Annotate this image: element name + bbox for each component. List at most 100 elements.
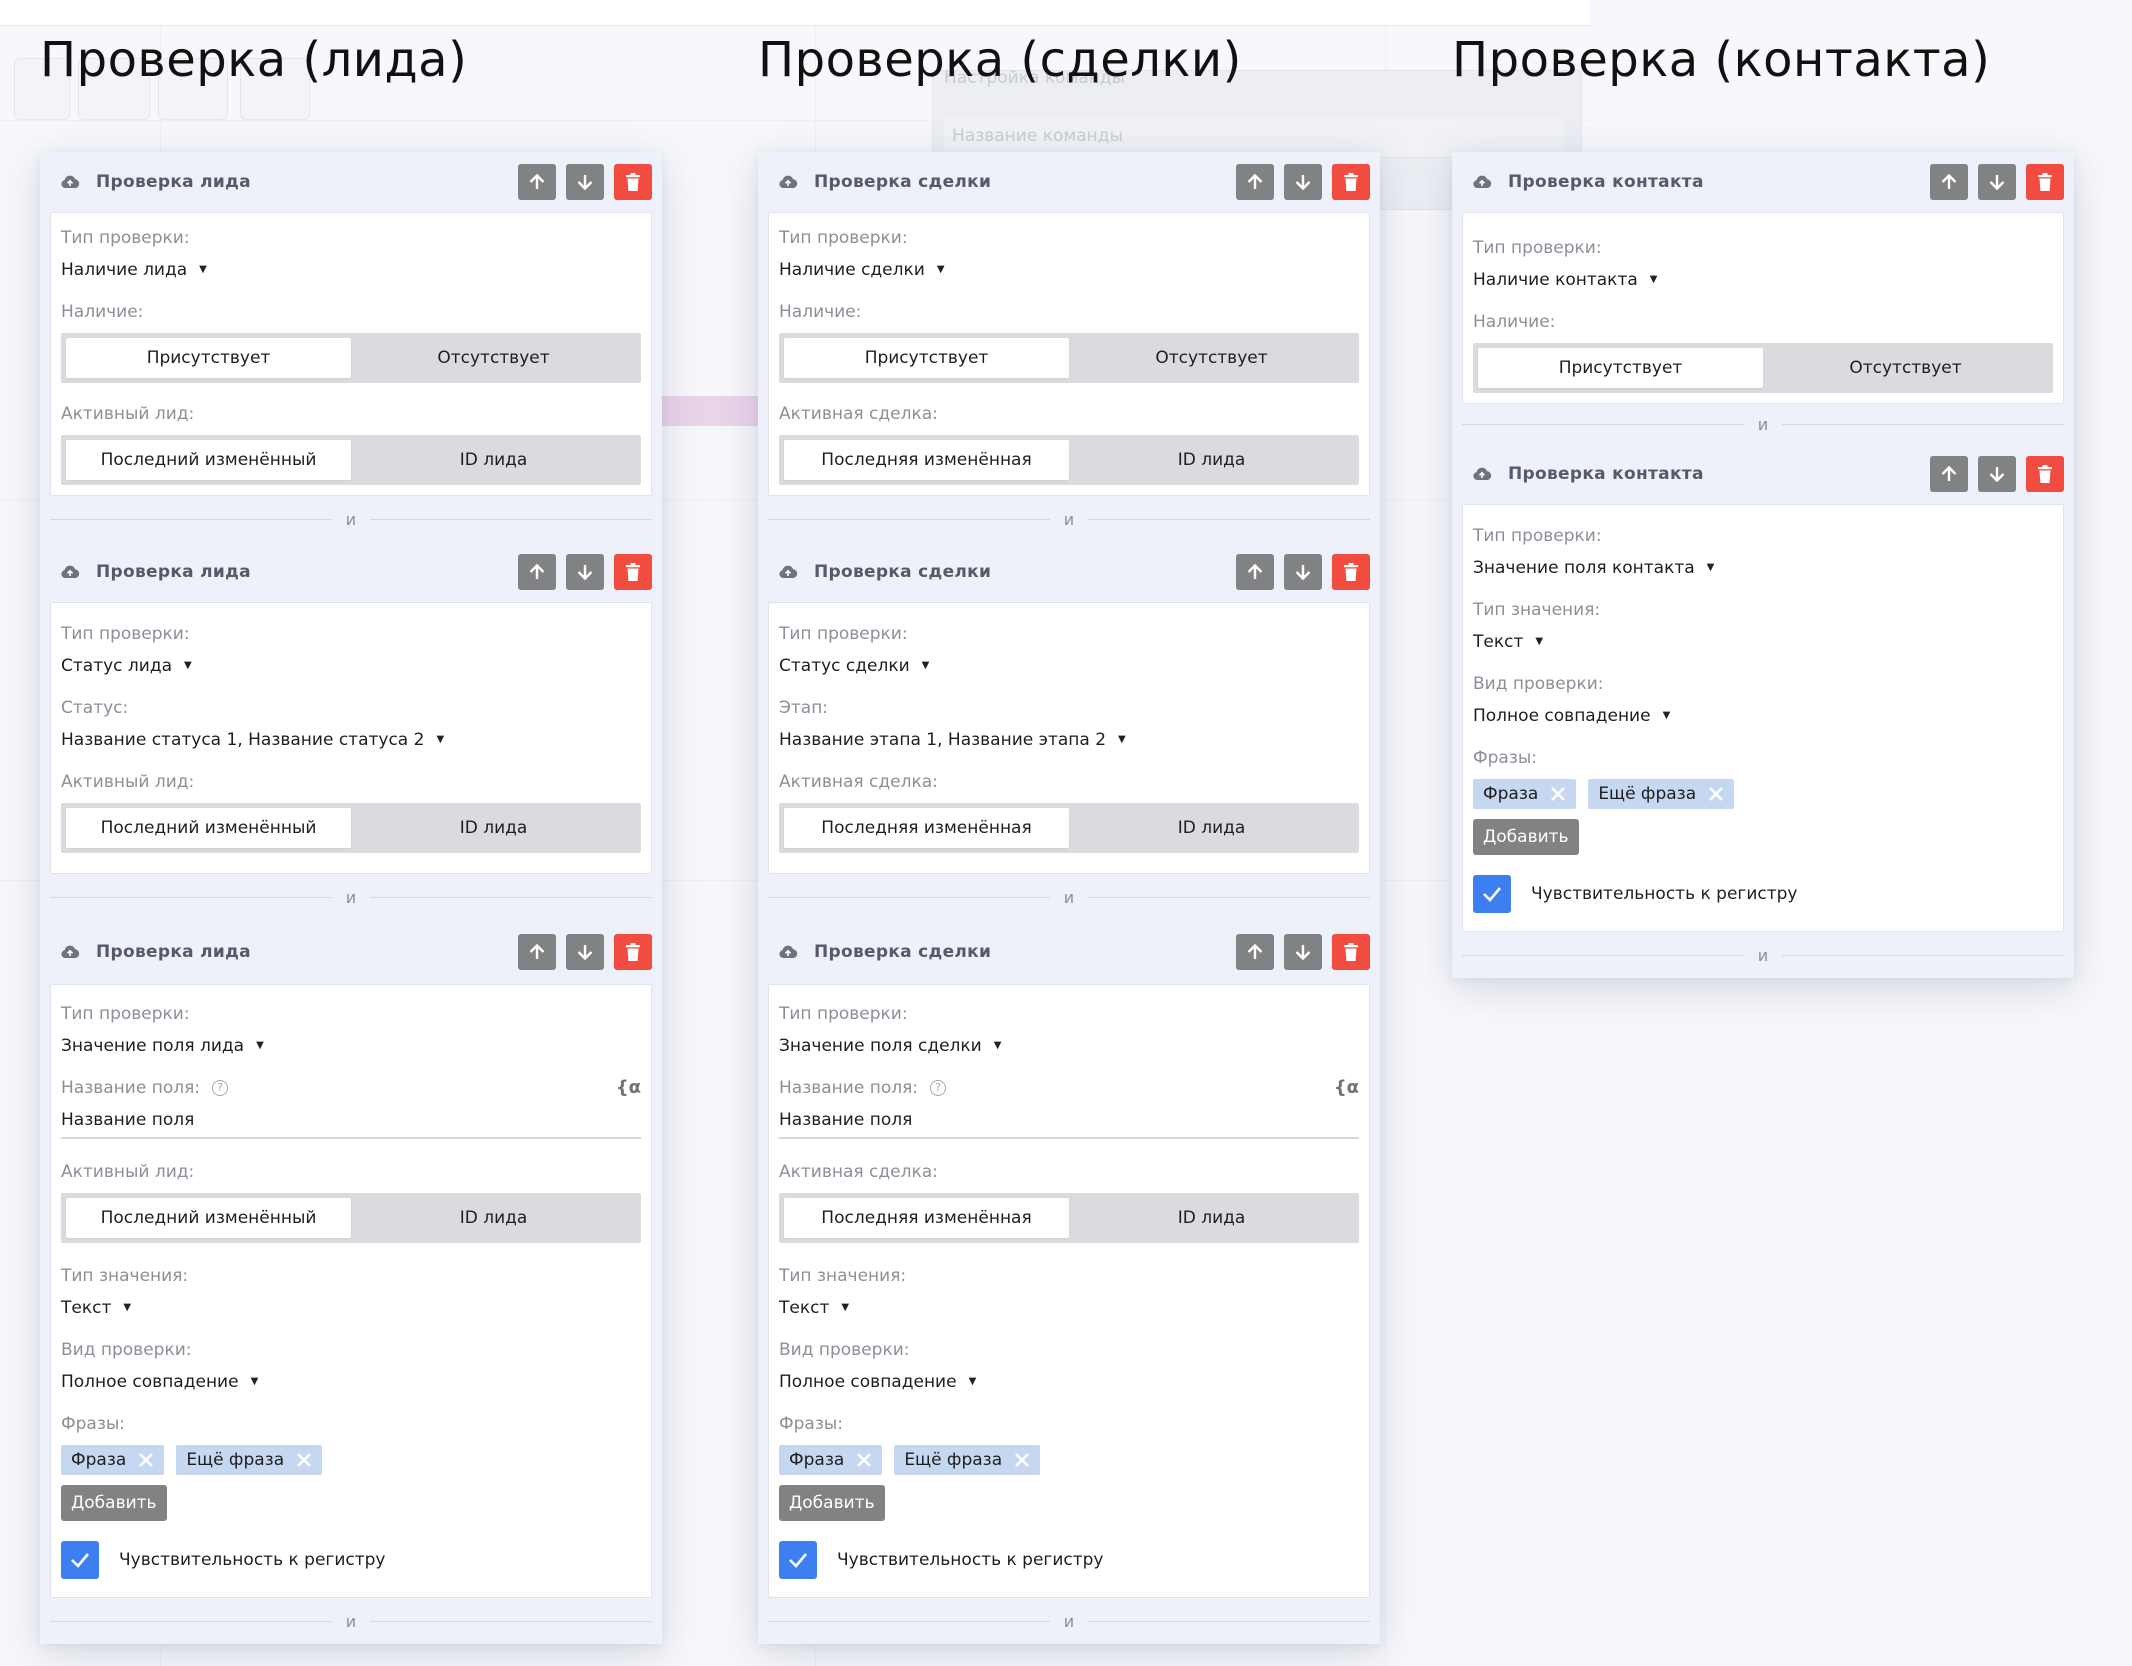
- add-phrase-button[interactable]: Добавить: [779, 1485, 885, 1521]
- add-phrase-button[interactable]: Добавить: [61, 1485, 167, 1521]
- id-option[interactable]: ID лида: [351, 1198, 636, 1238]
- checkmark-icon: [1483, 887, 1501, 902]
- id-option[interactable]: ID лида: [351, 808, 636, 848]
- remove-chip-icon[interactable]: [294, 1450, 314, 1470]
- check-kind-select[interactable]: Полное совпадение ▼: [1473, 705, 2053, 727]
- and-separator: и: [1462, 932, 2064, 978]
- check-type-select[interactable]: Наличие лида ▼: [61, 259, 641, 281]
- stage-select[interactable]: Название этапа 1, Название этапа 2 ▼: [779, 729, 1359, 751]
- present-option[interactable]: Присутствует: [66, 338, 351, 378]
- and-separator: и: [50, 1598, 652, 1644]
- absent-option[interactable]: Отсутствует: [1069, 338, 1354, 378]
- delete-button[interactable]: [614, 934, 652, 970]
- case-sensitive-checkbox[interactable]: [61, 1541, 99, 1579]
- move-down-button[interactable]: [1284, 934, 1322, 970]
- delete-button[interactable]: [1332, 934, 1370, 970]
- value-type-select[interactable]: Текст ▼: [779, 1297, 1359, 1319]
- and-label: и: [331, 1611, 371, 1631]
- delete-button[interactable]: [1332, 554, 1370, 590]
- move-down-button[interactable]: [1284, 554, 1322, 590]
- absent-option[interactable]: Отсутствует: [351, 338, 636, 378]
- move-up-button[interactable]: [518, 164, 556, 200]
- move-down-button[interactable]: [566, 934, 604, 970]
- field-name-input[interactable]: Название поля: [779, 1109, 1359, 1139]
- stage-value: Название этапа 1, Название этапа 2: [779, 730, 1107, 750]
- id-option[interactable]: ID лида: [1069, 1198, 1354, 1238]
- caret-down-icon: ▼: [936, 264, 945, 275]
- check-type-select[interactable]: Значение поля лида ▼: [61, 1035, 641, 1057]
- stage-label: Этап:: [779, 698, 829, 718]
- value-type-select[interactable]: Текст ▼: [1473, 631, 2053, 653]
- caret-down-icon: ▼: [1535, 636, 1544, 647]
- column-contact: Проверка контакта Тип проверки: Наличие …: [1452, 152, 2074, 978]
- field-name-label: Название поля:: [779, 1078, 919, 1098]
- block-header: Проверка сделки: [768, 920, 1370, 984]
- move-up-button[interactable]: [1930, 456, 1968, 492]
- chip-label: Фраза: [1483, 784, 1539, 804]
- move-up-button[interactable]: [518, 934, 556, 970]
- move-down-button[interactable]: [1978, 164, 2016, 200]
- case-sensitive-checkbox[interactable]: [1473, 875, 1511, 913]
- id-option[interactable]: ID лида: [1069, 440, 1354, 480]
- remove-chip-icon[interactable]: [854, 1450, 874, 1470]
- and-label: и: [1743, 945, 1783, 965]
- absent-option[interactable]: Отсутствует: [1763, 348, 2048, 388]
- delete-button[interactable]: [2026, 164, 2064, 200]
- move-up-button[interactable]: [1930, 164, 1968, 200]
- remove-chip-icon[interactable]: [1012, 1450, 1032, 1470]
- block-title: Проверка контакта: [1508, 464, 1704, 484]
- move-down-button[interactable]: [566, 554, 604, 590]
- phrases-label: Фразы:: [779, 1414, 844, 1434]
- help-icon[interactable]: ?: [212, 1080, 229, 1096]
- present-option[interactable]: Присутствует: [784, 338, 1069, 378]
- last-changed-option[interactable]: Последняя изменённая: [784, 440, 1069, 480]
- move-up-button[interactable]: [518, 554, 556, 590]
- value-type-value: Текст: [61, 1298, 112, 1318]
- delete-button[interactable]: [1332, 164, 1370, 200]
- id-option[interactable]: ID лида: [351, 440, 636, 480]
- check-type-select[interactable]: Значение поля контакта ▼: [1473, 557, 2053, 579]
- variable-icon[interactable]: {α: [616, 1077, 641, 1099]
- delete-button[interactable]: [614, 164, 652, 200]
- delete-button[interactable]: [614, 554, 652, 590]
- move-up-button[interactable]: [1236, 554, 1274, 590]
- check-type-label: Тип проверки:: [779, 228, 908, 248]
- column-deal: Проверка сделки Тип проверки: Наличие сд…: [758, 152, 1380, 1644]
- check-type-select[interactable]: Статус лида ▼: [61, 655, 641, 677]
- check-type-label: Тип проверки:: [779, 624, 908, 644]
- last-changed-option[interactable]: Последняя изменённая: [784, 1198, 1069, 1238]
- value-type-select[interactable]: Текст ▼: [61, 1297, 641, 1319]
- case-sensitive-checkbox[interactable]: [779, 1541, 817, 1579]
- add-phrase-button[interactable]: Добавить: [1473, 819, 1579, 855]
- move-down-button[interactable]: [1284, 164, 1322, 200]
- block-body: Тип проверки: Наличие сделки ▼ Наличие: П…: [768, 212, 1370, 496]
- last-changed-option[interactable]: Последний изменённый: [66, 808, 351, 848]
- variable-icon[interactable]: {α: [1334, 1077, 1359, 1099]
- arrow-up-icon: [1247, 563, 1263, 579]
- check-kind-select[interactable]: Полное совпадение ▼: [61, 1371, 641, 1393]
- remove-chip-icon[interactable]: [1548, 784, 1568, 804]
- last-changed-option[interactable]: Последний изменённый: [66, 1198, 351, 1238]
- check-kind-select[interactable]: Полное совпадение ▼: [779, 1371, 1359, 1393]
- id-option[interactable]: ID лида: [1069, 808, 1354, 848]
- move-up-button[interactable]: [1236, 934, 1274, 970]
- move-down-button[interactable]: [566, 164, 604, 200]
- check-type-select[interactable]: Наличие контакта ▼: [1473, 269, 2053, 291]
- case-sensitive-row: Чувствительность к регистру: [779, 1541, 1359, 1579]
- help-icon[interactable]: ?: [930, 1080, 947, 1096]
- move-down-button[interactable]: [1978, 456, 2016, 492]
- last-changed-option[interactable]: Последний изменённый: [66, 440, 351, 480]
- block-body: Тип проверки: Значение поля лида ▼ Назван…: [50, 984, 652, 1598]
- remove-chip-icon[interactable]: [1706, 784, 1726, 804]
- last-changed-option[interactable]: Последняя изменённая: [784, 808, 1069, 848]
- field-name-input[interactable]: Название поля: [61, 1109, 641, 1139]
- delete-button[interactable]: [2026, 456, 2064, 492]
- block-title: Проверка контакта: [1508, 172, 1704, 192]
- remove-chip-icon[interactable]: [136, 1450, 156, 1470]
- check-type-select[interactable]: Наличие сделки ▼: [779, 259, 1359, 281]
- check-type-select[interactable]: Значение поля сделки ▼: [779, 1035, 1359, 1057]
- move-up-button[interactable]: [1236, 164, 1274, 200]
- check-type-select[interactable]: Статус сделки ▼: [779, 655, 1359, 677]
- present-option[interactable]: Присутствует: [1478, 348, 1763, 388]
- status-select[interactable]: Название статуса 1, Название статуса 2 ▼: [61, 729, 641, 751]
